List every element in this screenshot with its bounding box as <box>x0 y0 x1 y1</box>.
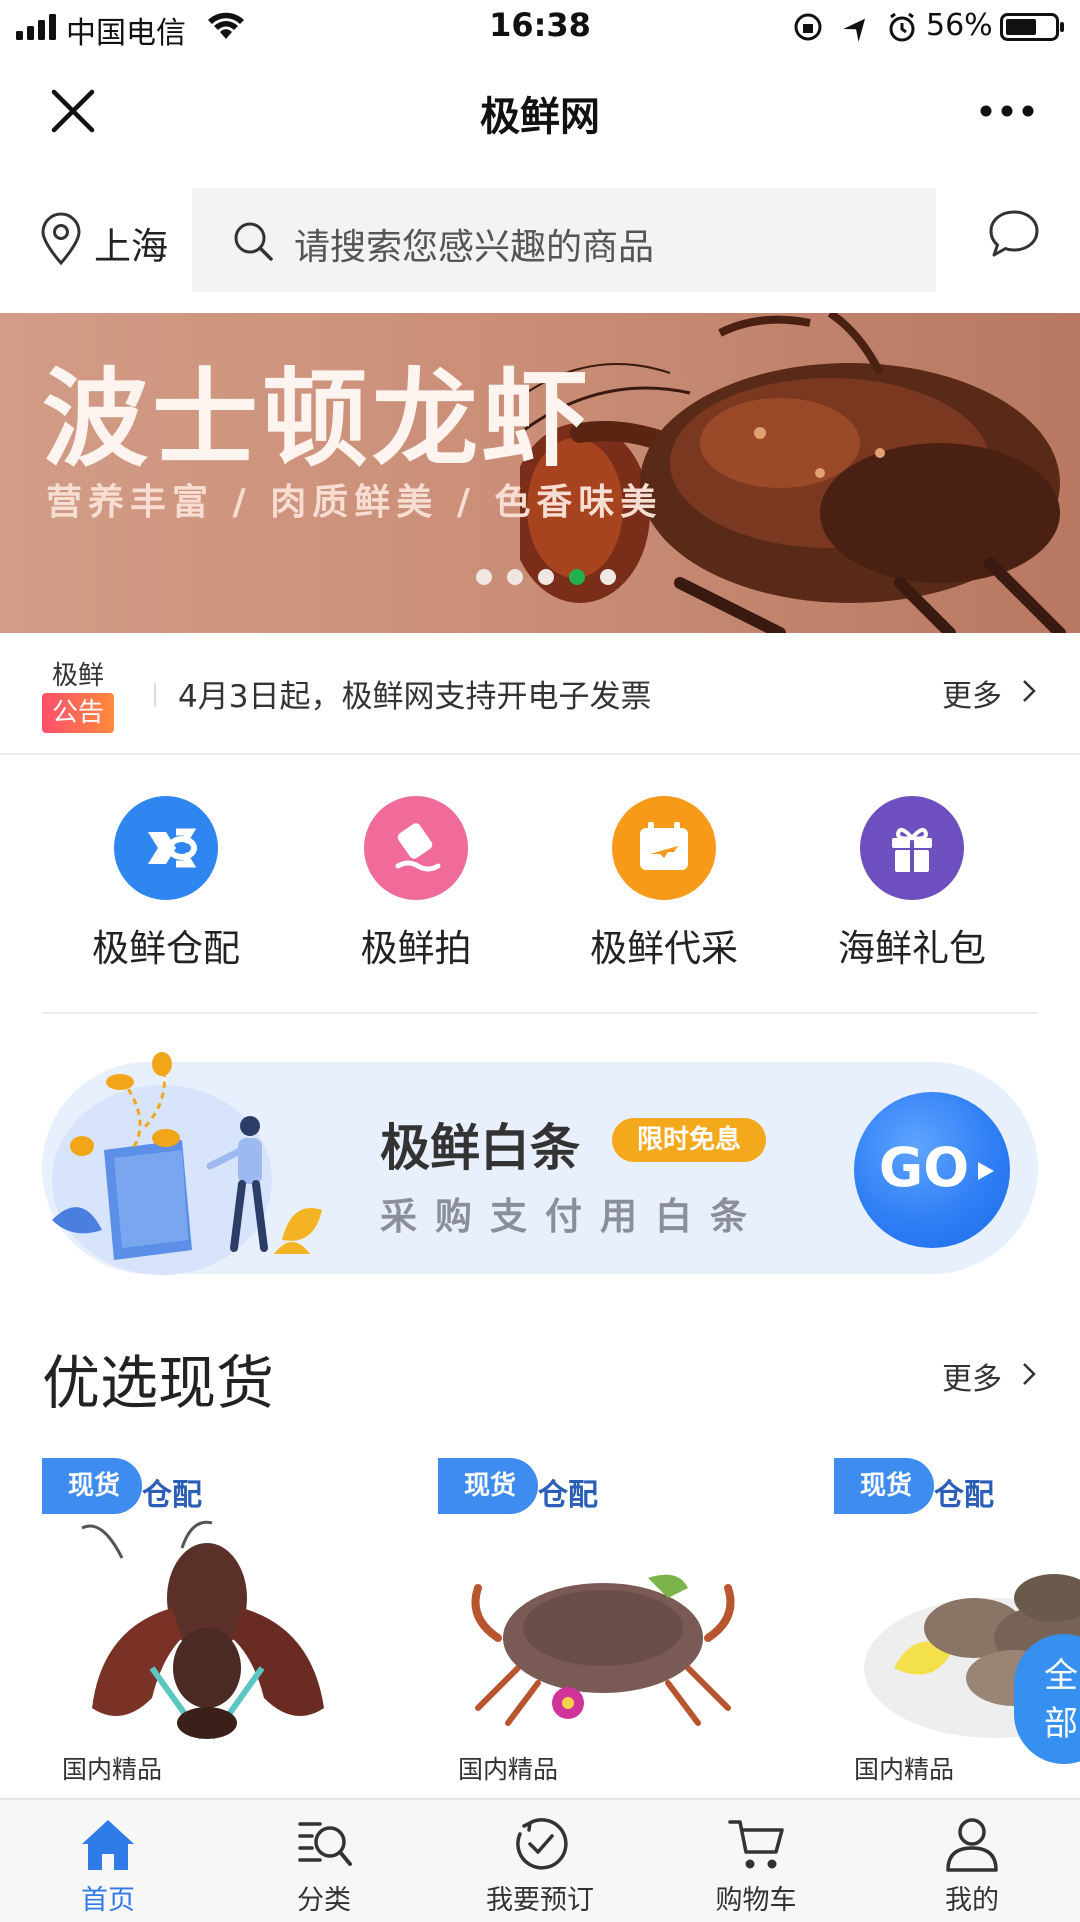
search-input[interactable]: 请搜索您感兴趣的商品 <box>192 188 936 292</box>
cart-icon <box>728 1820 784 1869</box>
carousel-dot[interactable] <box>507 569 523 585</box>
quick-menu-warehouse[interactable]: 极鲜仓配 <box>66 796 266 976</box>
search-placeholder: 请搜索您感兴趣的商品 <box>294 227 655 268</box>
tab-label: 我要预订 <box>486 1885 594 1916</box>
quick-menu-label: 极鲜代采 <box>590 927 738 970</box>
announcement-divider <box>154 683 156 707</box>
page-title: 极鲜网 <box>480 94 600 140</box>
auction-gavel-icon <box>364 796 468 900</box>
product-label: 国内精品 <box>62 1755 163 1784</box>
location-pin-icon[interactable] <box>38 212 84 266</box>
carousel-indicator <box>476 569 636 587</box>
status-bar: 中国电信 16:38 56% <box>0 0 1080 56</box>
user-icon <box>946 1818 998 1872</box>
tab-label: 我的 <box>945 1885 999 1916</box>
calendar-plane-icon <box>612 796 716 900</box>
product-brand-logo: 仓配 <box>142 1478 202 1513</box>
search-icon <box>234 222 273 261</box>
quick-menu-proxy-purchase[interactable]: 极鲜代采 <box>564 796 764 976</box>
promo-banner[interactable]: 波士顿龙虾 营养丰富 / 肉质鲜美 / 色香味美 <box>0 313 1080 633</box>
tab-label: 购物车 <box>715 1885 797 1916</box>
location-search-row: 上海 请搜索您感兴趣的商品 <box>0 186 1080 294</box>
banner-subtitle: 营养丰富 / 肉质鲜美 / 色香味美 <box>46 482 663 523</box>
nav-bar: 极鲜网 <box>0 56 1080 164</box>
section-title: 优选现货 <box>42 1349 275 1417</box>
chevron-right-icon <box>1023 680 1036 702</box>
carousel-dot[interactable] <box>476 569 492 585</box>
go-button-label: GO <box>878 1136 970 1199</box>
gift-icon <box>860 796 964 900</box>
tab-category[interactable]: 分类 <box>216 1800 432 1922</box>
announcement-badge: 公告 <box>42 693 114 733</box>
system-status-icons <box>794 12 915 42</box>
in-stock-badge: 现货 <box>834 1458 934 1514</box>
quick-menu-gift[interactable]: 海鲜礼包 <box>812 796 1012 976</box>
carousel-dot-active[interactable] <box>569 569 585 585</box>
warehouse-delivery-icon <box>114 796 218 900</box>
tab-profile[interactable]: 我的 <box>864 1800 1080 1922</box>
credit-subtitle: 采购支付用白条 <box>380 1195 765 1238</box>
tab-home[interactable]: 首页 <box>0 1800 216 1922</box>
battery-icon <box>1000 13 1064 41</box>
location-city[interactable]: 上海 <box>94 216 168 270</box>
category-search-icon <box>298 1822 352 1866</box>
bottom-tab-bar: 首页 分类 我要预订 购物车 我的 <box>0 1798 1080 1922</box>
lobster-product-image <box>81 1520 324 1740</box>
product-brand-logo: 仓配 <box>934 1478 994 1513</box>
home-icon <box>82 1820 134 1870</box>
carousel-dot[interactable] <box>600 569 616 585</box>
more-options-icon[interactable] <box>980 100 1034 122</box>
tab-label: 首页 <box>81 1885 135 1916</box>
go-button[interactable]: GO <box>854 1092 1010 1248</box>
crab-product-image <box>471 1574 735 1726</box>
product-brand-logo: 仓配 <box>538 1478 598 1513</box>
carousel-dot[interactable] <box>538 569 554 585</box>
quick-menu-auction[interactable]: 极鲜拍 <box>316 796 516 976</box>
credit-illustration <box>52 1052 322 1275</box>
product-label: 国内精品 <box>458 1755 559 1784</box>
credit-title: 极鲜白条 <box>380 1119 580 1177</box>
tab-cart[interactable]: 购物车 <box>648 1800 864 1922</box>
quick-menu: 极鲜仓配 极鲜拍 极鲜代采 海鲜礼包 <box>0 780 1080 980</box>
banner-title: 波士顿龙虾 <box>42 358 592 481</box>
announcement-more-link[interactable]: 更多 <box>942 671 1002 715</box>
quick-menu-label: 极鲜拍 <box>360 927 472 970</box>
chevron-right-icon <box>1023 1363 1036 1385</box>
quick-menu-label: 海鲜礼包 <box>838 927 986 970</box>
quick-menu-label: 极鲜仓配 <box>92 927 240 970</box>
battery-percent: 56% <box>926 8 993 43</box>
announcement-text[interactable]: 4月3日起，极鲜网支持开电子发票 <box>178 671 651 716</box>
product-card[interactable]: 现货 仓配 国内精品 <box>438 1458 758 1788</box>
section-more-link[interactable]: 更多 <box>942 1354 1002 1398</box>
tab-reservation[interactable]: 我要预订 <box>432 1800 648 1922</box>
in-stock-badge: 现货 <box>42 1458 142 1514</box>
credit-promo-banner[interactable]: 极鲜白条 限时免息 采购支付用白条 GO <box>42 1052 1038 1275</box>
view-all-floating-button[interactable]: 全部 <box>1014 1634 1080 1764</box>
in-stock-badge: 现货 <box>438 1458 538 1514</box>
announcement-bar[interactable]: 极鲜 公告 4月3日起，极鲜网支持开电子发票 更多 <box>0 633 1080 755</box>
product-card[interactable]: 现货 仓配 国内精品 <box>42 1458 362 1788</box>
section-divider <box>42 1012 1038 1014</box>
play-arrow-icon <box>978 1162 994 1180</box>
tab-label: 分类 <box>297 1885 351 1916</box>
credit-tag: 限时免息 <box>612 1118 766 1162</box>
product-label: 国内精品 <box>854 1755 955 1784</box>
message-icon[interactable] <box>988 208 1040 260</box>
announcement-brand: 极鲜 <box>52 661 105 691</box>
view-all-label: 全部 <box>1044 1656 1078 1744</box>
check-circle-icon <box>516 1818 568 1870</box>
